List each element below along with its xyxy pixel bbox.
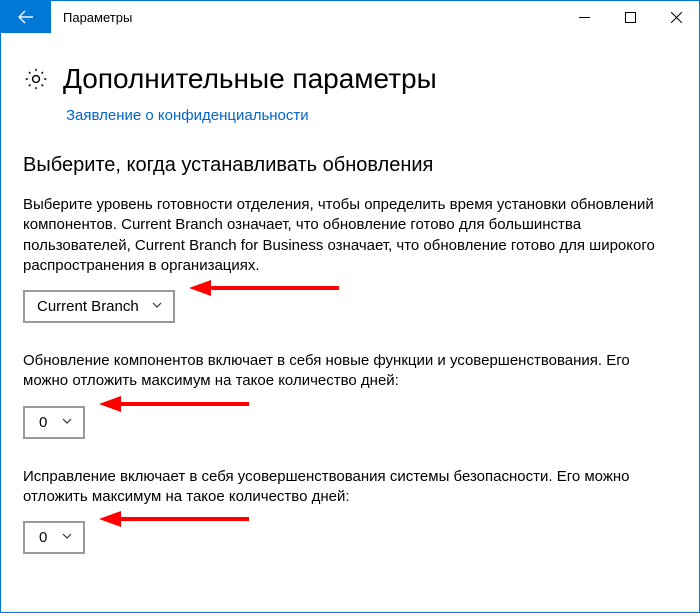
maximize-button[interactable]	[607, 1, 653, 33]
quality-defer-value: 0	[39, 529, 47, 546]
titlebar: Параметры	[1, 1, 699, 33]
titlebar-drag-area[interactable]	[144, 1, 561, 33]
page-title: Дополнительные параметры	[63, 63, 437, 95]
section-heading: Выберите, когда устанавливать обновления	[23, 154, 677, 177]
feature-defer-value: 0	[39, 414, 47, 431]
maximize-icon	[625, 12, 636, 23]
annotation-arrow	[189, 276, 339, 300]
chevron-down-icon	[61, 414, 73, 431]
chevron-down-icon	[151, 298, 163, 315]
minimize-button[interactable]	[561, 1, 607, 33]
annotation-arrow	[99, 507, 249, 531]
annotation-arrow	[99, 392, 249, 416]
gear-icon	[23, 66, 49, 92]
minimize-icon	[579, 12, 590, 23]
branch-readiness-value: Current Branch	[37, 298, 139, 315]
quality-defer-select[interactable]: 0	[23, 521, 85, 554]
branch-readiness-select[interactable]: Current Branch	[23, 290, 175, 323]
chevron-down-icon	[61, 529, 73, 546]
back-button[interactable]	[1, 1, 51, 33]
app-title: Параметры	[51, 1, 144, 33]
feature-defer-select[interactable]: 0	[23, 406, 85, 439]
arrow-left-icon	[17, 8, 35, 26]
feature-defer-description: Обновление компонентов включает в себя н…	[23, 351, 677, 392]
quality-defer-description: Исправление включает в себя усовершенств…	[23, 467, 677, 508]
window-controls	[561, 1, 699, 33]
page-content: Дополнительные параметры Заявление о кон…	[1, 33, 699, 582]
close-button[interactable]	[653, 1, 699, 33]
close-icon	[671, 12, 682, 23]
privacy-link[interactable]: Заявление о конфиденциальности	[66, 107, 309, 124]
readiness-description: Выберите уровень готовности отделения, ч…	[23, 195, 677, 276]
page-header: Дополнительные параметры	[23, 63, 677, 95]
